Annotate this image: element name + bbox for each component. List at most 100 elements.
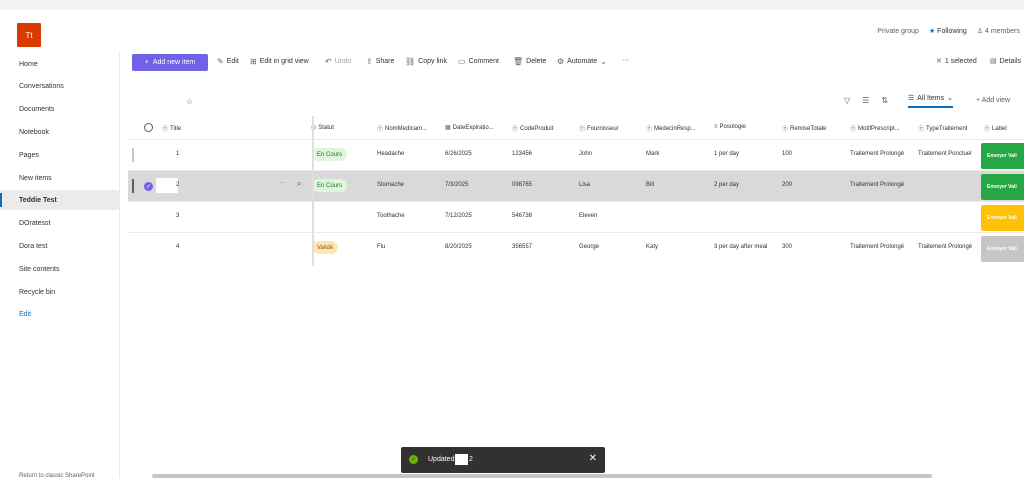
column-header-label: Statut xyxy=(318,124,334,131)
nav-teddie-test[interactable]: Teddie Test xyxy=(0,190,120,210)
column-header-remisetotale[interactable]: Ⓣ RemiseTotale xyxy=(782,124,827,134)
column-header-title[interactable]: Ⓣ Title xyxy=(162,124,181,134)
label-action-button[interactable]: Envoyer Vali xyxy=(981,236,1024,262)
cell-medecin: Katy xyxy=(646,244,659,250)
return-classic-link[interactable]: Return to classic SharePoint xyxy=(19,473,95,479)
suite-bar xyxy=(0,0,1024,10)
column-header-typetraitement[interactable]: Ⓣ TypeTraitement xyxy=(918,124,968,134)
nav-recycle-bin[interactable]: Recycle bin xyxy=(0,282,120,302)
trash-icon: 🗑 xyxy=(513,57,524,66)
label-action-button[interactable]: Envoyer Vali xyxy=(981,205,1024,231)
cell-fournisseur: Eleven xyxy=(579,213,598,219)
comment-icon: ▭ xyxy=(458,57,466,66)
horizontal-scrollbar[interactable] xyxy=(152,474,932,478)
site-logo-text: Tt xyxy=(25,30,33,40)
view-switcher[interactable]: ☰ All Items ⌄ xyxy=(908,94,953,108)
nav-edit-link[interactable]: Edit xyxy=(0,304,120,324)
add-comment-icon[interactable]: ⌕ xyxy=(297,179,301,189)
text-type-icon: Ⓣ xyxy=(377,127,384,133)
cell-remise: 100 xyxy=(782,151,793,157)
details-button[interactable]: ▤ Details xyxy=(990,57,1022,66)
column-header-label: Label xyxy=(992,125,1007,132)
undo-button[interactable]: ↶ Undo xyxy=(325,57,351,66)
cell-medecin: Bill xyxy=(646,182,655,188)
share-button[interactable]: ⇪ Share xyxy=(366,57,394,66)
column-header-label: RemiseTotale xyxy=(790,125,827,132)
row-more-button[interactable]: ··· xyxy=(280,180,286,186)
update-toast: ✓ Updated 2 ✕ xyxy=(401,447,605,473)
select-all-checkbox[interactable] xyxy=(144,123,153,132)
column-header-nommedicament[interactable]: Ⓣ NomMedicam... xyxy=(377,124,427,134)
automate-button[interactable]: ⚙ Automate ⌄ xyxy=(557,57,607,66)
site-logo[interactable]: Tt xyxy=(17,23,41,47)
table-row[interactable]: 4 Validé Flu 8/20/2025 356557 George Kat… xyxy=(128,233,1024,264)
following-button[interactable]: ★ Following xyxy=(929,27,967,35)
cell-code: 546738 xyxy=(512,213,533,219)
label-action-button[interactable]: Envoyer Vali xyxy=(981,143,1024,169)
info-icon: ▤ xyxy=(990,58,997,65)
nav-doratesst[interactable]: DOratesst xyxy=(0,213,120,233)
share-icon: ⇪ xyxy=(366,57,373,66)
delete-button[interactable]: 🗑 Delete xyxy=(513,57,546,66)
cell-medecin: Mark xyxy=(646,151,660,157)
column-header-label: TypeTraitement xyxy=(926,125,968,132)
add-view-button[interactable]: + Add view xyxy=(976,97,1010,104)
clear-selection-button[interactable]: ✕ 1 selected xyxy=(936,57,977,66)
cell-title[interactable]: 3 xyxy=(176,213,179,219)
add-new-item-button[interactable]: + Add new item xyxy=(132,54,208,71)
nav-notebook[interactable]: Notebook xyxy=(0,122,120,142)
text-type-icon: Ⓣ xyxy=(850,127,857,133)
edit-label: Edit xyxy=(226,58,239,65)
copy-link-button[interactable]: ⛓ Copy link xyxy=(405,57,447,66)
pencil-icon: ✎ xyxy=(217,57,224,66)
column-header-statut[interactable]: ◎Statut xyxy=(311,124,334,132)
row-checkmark-icon[interactable]: ✓ xyxy=(144,182,153,191)
multiline-icon: ≡ xyxy=(714,124,718,130)
chevron-down-icon: ⌄ xyxy=(600,57,607,66)
nav-conversations[interactable]: Conversations xyxy=(0,76,120,96)
cell-title[interactable]: 2 xyxy=(176,182,179,188)
group-icon[interactable]: ☰ xyxy=(862,96,869,105)
table-row[interactable]: 3 Toothache 7/12/2025 546738 Eleven Envo… xyxy=(128,202,1024,233)
calendar-icon: ▦ xyxy=(445,125,451,131)
cell-date: 7/3/2025 xyxy=(445,182,469,188)
column-header-label[interactable]: Ⓣ Label xyxy=(984,124,1007,134)
column-header-medecin[interactable]: Ⓣ MedecinResp... xyxy=(646,124,696,134)
label-action-button[interactable]: Envoyer Vali xyxy=(981,174,1024,200)
filter-icon[interactable]: ▽ xyxy=(844,96,850,105)
column-header-fournisseur[interactable]: Ⓣ Fournisseur xyxy=(579,124,619,134)
nav-pages[interactable]: Pages xyxy=(0,145,120,165)
column-header-dateexpiration[interactable]: ▦ DateExpiratio... xyxy=(445,124,494,132)
text-type-icon: Ⓣ xyxy=(579,127,586,133)
sort-icon[interactable]: ⇅ xyxy=(881,96,888,105)
toast-close-button[interactable]: ✕ xyxy=(589,453,597,464)
table-row[interactable]: ✓ 2 ··· ⌕ En Cours Stomache 7/3/2025 098… xyxy=(128,171,1024,202)
favorite-star-icon[interactable]: ☆ xyxy=(186,97,193,106)
nav-home[interactable]: Home xyxy=(0,54,120,74)
nav-dora-test[interactable]: Dora test xyxy=(0,236,120,256)
nav-site-contents[interactable]: Site contents xyxy=(0,259,120,279)
row-drag-handle[interactable] xyxy=(132,179,134,193)
table-row[interactable]: 1 En Cours Headache 6/26/2025 123456 Joh… xyxy=(128,140,1024,171)
column-header-row: ⓉTitle ◎Statut ⓉNomMedicam... ▦DateExpir… xyxy=(128,116,1024,140)
cell-fournisseur: Lisa xyxy=(579,182,591,188)
delete-label: Delete xyxy=(526,58,547,65)
more-commands-button[interactable]: ··· xyxy=(622,57,629,64)
cell-title[interactable]: 1 xyxy=(176,151,179,157)
comment-button[interactable]: ▭ Comment xyxy=(458,57,499,66)
details-label: Details xyxy=(999,57,1022,65)
automate-icon: ⚙ xyxy=(557,57,565,66)
members-button[interactable]: ♙ 4 members xyxy=(977,27,1020,35)
edit-grid-button[interactable]: ⊞ Edit in grid view xyxy=(250,57,309,66)
cell-posologie: 2 per day xyxy=(714,182,740,188)
column-header-codeproduit[interactable]: Ⓣ CodeProduit xyxy=(512,124,553,134)
nav-documents[interactable]: Documents xyxy=(0,99,120,119)
text-type-icon: Ⓣ xyxy=(646,127,653,133)
column-header-motif[interactable]: Ⓣ MotifPrescript... xyxy=(850,124,900,134)
nav-new-items[interactable]: New items xyxy=(0,168,120,188)
undo-label: Undo xyxy=(334,58,352,65)
cell-title[interactable]: 4 xyxy=(176,244,179,250)
text-type-icon: Ⓣ xyxy=(512,127,519,133)
edit-button[interactable]: ✎ Edit xyxy=(217,57,239,66)
column-header-posologie[interactable]: ≡ Posologie xyxy=(714,124,746,130)
